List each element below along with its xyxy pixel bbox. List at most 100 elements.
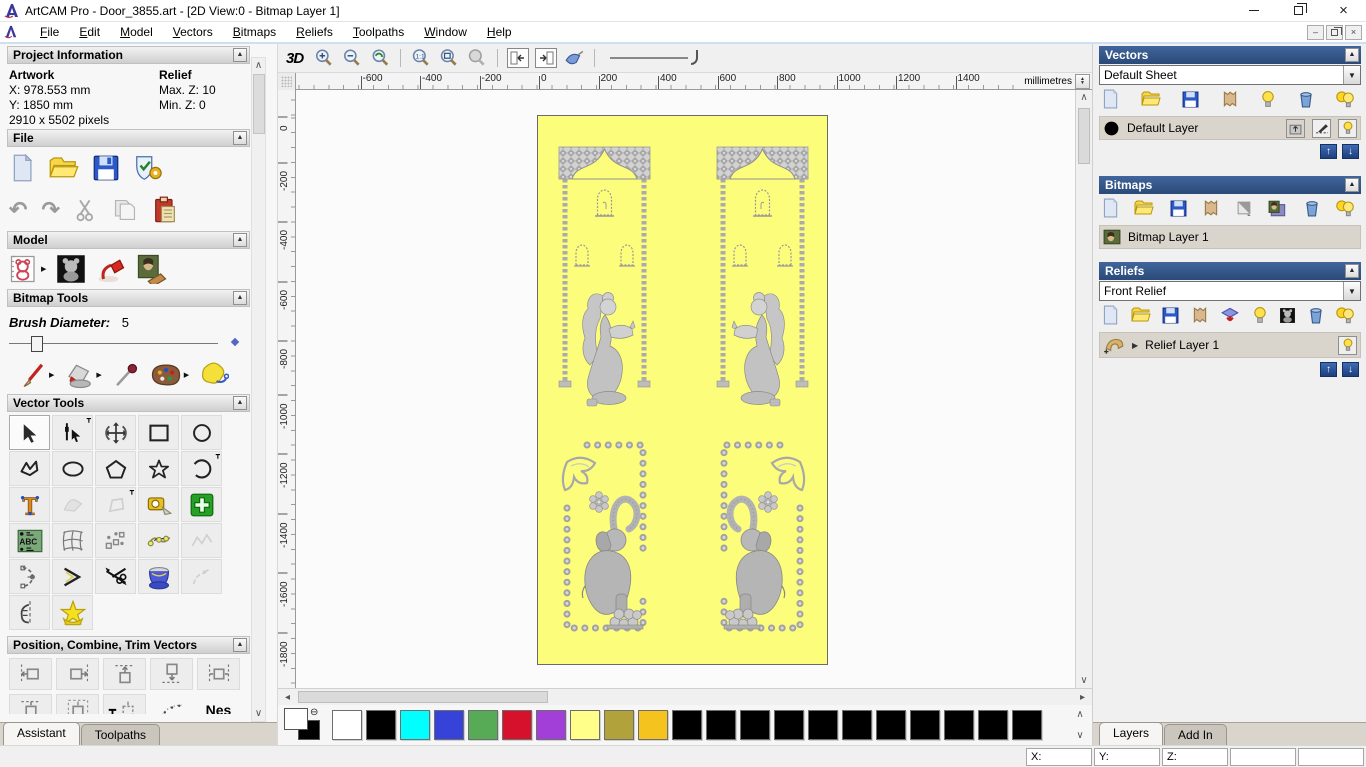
model-section-header[interactable]: Model ▲ [7,231,250,249]
nest-vectors-button[interactable] [138,523,179,558]
open-relief-layer-button[interactable] [1130,307,1151,324]
scroll-down-icon[interactable]: ∨ [1077,673,1092,688]
bitmap-layer-row[interactable]: Bitmap Layer 1 [1099,225,1361,249]
layer-edit-button[interactable] [1312,118,1331,138]
link-colours-icon[interactable]: ⊖ [310,707,318,718]
save-relief-layer-button[interactable] [1162,307,1179,324]
undo-button[interactable]: ↶ [9,197,27,223]
merge-relief-layers-button[interactable] [1191,306,1209,324]
wrap-text-button[interactable] [52,487,93,522]
create-ellipse-button[interactable] [52,451,93,486]
palette-swatch[interactable] [366,710,396,740]
mirror-vectors-button[interactable] [9,595,50,630]
units-spin-button[interactable]: ▲ ▼ [1075,73,1090,89]
dropdown-icon[interactable]: ▼ [1343,66,1360,84]
tab-assistant[interactable]: Assistant [3,722,80,745]
slider-handle[interactable] [31,336,43,352]
palette-swatch[interactable] [706,710,736,740]
bitmap-thumbnail-button[interactable] [1268,200,1288,217]
palette-swatch[interactable] [910,710,940,740]
colour-picker-button[interactable] [112,362,140,388]
envelope-distortion-button[interactable] [52,523,93,558]
palette-button[interactable] [150,362,182,388]
menu-bitmaps[interactable]: Bitmaps [223,23,286,41]
relief-visibility-button[interactable] [1338,335,1357,355]
new-bitmap-layer-button[interactable] [1101,198,1119,218]
zoom-fit-button[interactable] [438,47,460,69]
sheet-select[interactable]: Default Sheet ▼ [1099,65,1361,85]
join-vectors-button[interactable] [181,559,222,594]
merge-bitmap-layers-button[interactable] [1202,199,1220,217]
menu-model[interactable]: Model [110,23,163,41]
flood-fill-button[interactable] [64,361,94,389]
delete-relief-layer-button[interactable] [1308,306,1324,324]
primary-colour[interactable] [284,708,308,730]
menu-file[interactable]: File [30,23,69,41]
horizontal-scrollbar[interactable]: ◂ ▸ [278,688,1092,705]
move-layer-down-button[interactable]: ↓ [1342,144,1359,159]
move-layer-up-button[interactable]: ↑ [1320,144,1337,159]
fit-vectors-button[interactable] [181,523,222,558]
mdi-restore-button[interactable] [1326,24,1343,40]
menu-help[interactable]: Help [477,23,522,41]
spaced-copies-button[interactable] [150,694,193,714]
collapse-vector-tools-button[interactable]: ▲ [233,396,247,410]
model-viewport[interactable] [296,90,1075,688]
collapse-bitmap-tools-button[interactable]: ▲ [233,291,247,305]
toggle-relief-visibility-button[interactable] [1252,306,1268,324]
paste-button[interactable] [152,196,178,224]
show-all-relief-layers-button[interactable] [1335,306,1355,324]
merge-vector-layers-button[interactable] [1221,90,1239,108]
relief-layer-row[interactable]: ▶ Relief Layer 1 [1099,332,1361,358]
new-vector-layer-button[interactable] [1101,89,1119,109]
collapse-file-button[interactable]: ▲ [233,131,247,145]
new-relief-layer-button[interactable] [1101,305,1119,325]
palette-swatch[interactable] [1012,710,1042,740]
model-wizard-button[interactable] [133,154,163,182]
primary-secondary-colour-chip[interactable]: ⊖ [284,707,324,742]
show-all-layers-button[interactable] [1335,90,1355,108]
zoom-1to1-button[interactable]: 1:1 [410,47,432,69]
collapse-vectors-button[interactable]: ▲ [1345,48,1359,62]
paste-vector-button[interactable] [181,487,222,522]
position-combine-trim-header[interactable]: Position, Combine, Trim Vectors ▲ [7,636,250,654]
bitmap-tools-header[interactable]: Bitmap Tools ▲ [7,289,250,307]
open-vector-layer-button[interactable] [1140,91,1161,108]
expand-relief-layer-icon[interactable]: ▶ [1132,341,1138,350]
palette-swatch[interactable] [876,710,906,740]
palette-swatch[interactable] [434,710,464,740]
mdi-close-button[interactable]: × [1345,24,1362,40]
airbrush-tool-button[interactable] [563,47,585,69]
transform-vectors-button[interactable] [95,415,136,450]
align-bottom-button[interactable] [150,658,193,690]
collapse-model-button[interactable]: ▲ [233,233,247,247]
palette-swatch[interactable] [808,710,838,740]
slider-j-handle[interactable] [691,50,699,65]
create-circle-button[interactable] [181,415,222,450]
zoom-previous-button[interactable] [369,47,391,69]
save-vector-layer-button[interactable] [1182,91,1199,108]
tab-toolpaths[interactable]: Toolpaths [80,724,161,745]
layer-colour-swatch[interactable] [1103,120,1120,137]
vertical-scrollbar[interactable]: ∧ ∨ [1075,90,1092,688]
zoom-out-button[interactable] [341,47,363,69]
menu-vectors[interactable]: Vectors [163,23,223,41]
menu-edit[interactable]: Edit [69,23,110,41]
move-relief-up-button[interactable]: ↑ [1320,362,1337,377]
nesting-button[interactable]: Nes [197,694,240,714]
zoom-object-button[interactable] [466,47,488,69]
create-star-button[interactable] [138,451,179,486]
dropdown-icon[interactable]: ▼ [1343,282,1360,300]
collapse-position-button[interactable]: ▲ [233,638,247,652]
mdi-minimize-button[interactable]: – [1307,24,1324,40]
scrollbar-thumb[interactable] [253,74,265,134]
delete-layer-button[interactable] [1298,90,1314,108]
vertical-scroll-thumb[interactable] [1078,108,1090,164]
fit-arcs-button[interactable] [9,559,50,594]
project-information-header[interactable]: Project Information ▲ [7,46,250,64]
minimize-button[interactable] [1231,0,1276,21]
vectors-panel-header[interactable]: Vectors ▲ [1099,46,1361,64]
align-right-button[interactable] [56,658,99,690]
redo-button[interactable]: ↷ [41,197,59,223]
artwork-2d-view[interactable] [537,115,828,665]
